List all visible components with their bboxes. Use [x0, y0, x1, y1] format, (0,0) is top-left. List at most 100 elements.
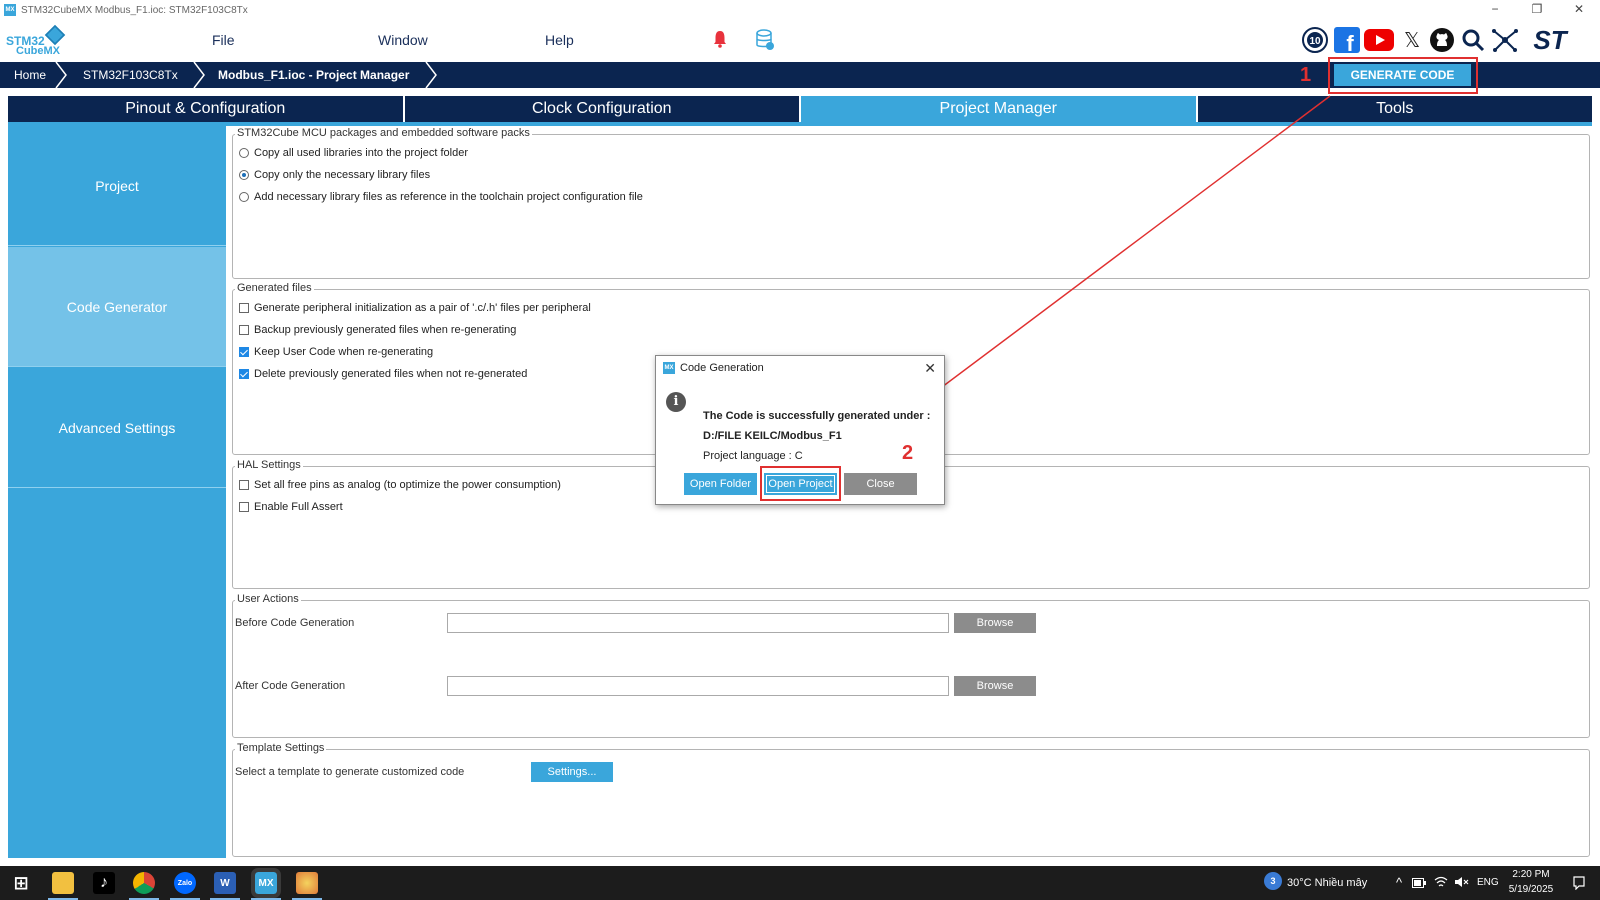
logo-line2: CubeMX [16, 45, 60, 57]
main-tabs: Pinout & Configuration Clock Configurati… [8, 96, 1592, 126]
github-icon[interactable] [1428, 25, 1456, 55]
checkbox[interactable] [239, 325, 249, 335]
template-settings-button[interactable]: Settings... [531, 762, 613, 782]
checkbox-checked[interactable] [239, 369, 249, 379]
option-label: Set all free pins as analog (to optimize… [254, 479, 561, 491]
10-year-icon[interactable]: 10 [1301, 25, 1329, 55]
template-label: Select a template to generate customized… [235, 766, 465, 778]
radio-button[interactable] [239, 148, 249, 158]
option-label: Delete previously generated files when n… [254, 368, 528, 380]
cube-icon [44, 24, 66, 46]
option-label: Add necessary library files as reference… [254, 191, 643, 203]
breadcrumb-project[interactable]: Modbus_F1.ioc - Project Manager [218, 62, 409, 88]
tab-pinout-configuration[interactable]: Pinout & Configuration [8, 96, 405, 122]
before-browse-button[interactable]: Browse [954, 613, 1036, 633]
dialog-language: Project language : C [703, 450, 803, 462]
minimize-button[interactable]: − [1474, 0, 1516, 20]
zalo-icon[interactable]: Zalo [174, 872, 196, 894]
battery-icon[interactable] [1412, 878, 1426, 888]
tray-chevron-up-icon[interactable]: ^ [1396, 875, 1402, 890]
file-explorer-icon[interactable] [52, 872, 74, 894]
weather-icon[interactable]: 3 [1264, 872, 1282, 890]
radio-button[interactable] [239, 192, 249, 202]
tiktok-icon[interactable]: ♪ [93, 872, 115, 894]
dialog-message: The Code is successfully generated under… [703, 410, 931, 422]
after-generation-field[interactable] [447, 676, 949, 696]
st-label: ST [1533, 27, 1568, 53]
after-generation-label: After Code Generation [235, 680, 346, 692]
chevron-right-icon [425, 62, 437, 88]
tab-tools[interactable]: Tools [1197, 96, 1592, 122]
menu-window[interactable]: Window [378, 32, 428, 48]
dialog-close-button[interactable]: Close [844, 473, 917, 495]
dialog-close-icon[interactable]: ✕ [924, 360, 936, 377]
user-actions-title: User Actions [235, 593, 301, 605]
sidebar-item-code-generator[interactable]: Code Generator [8, 247, 226, 367]
option-label: Copy all used libraries into the project… [254, 147, 469, 159]
x-icon[interactable]: 𝕏 [1398, 25, 1426, 55]
before-generation-field[interactable] [447, 613, 949, 633]
clock-time[interactable]: 2:20 PM [1511, 869, 1551, 880]
checkbox-delete-old-files[interactable]: Delete previously generated files when n… [239, 368, 527, 380]
cubemx-icon[interactable]: MX [251, 868, 281, 898]
open-folder-button[interactable]: Open Folder [684, 473, 757, 495]
taskbar: ⊞ ♪ Zalo W MX 3 30°C Nhiều mây ^ ENG 2:2… [0, 866, 1600, 900]
search-icon[interactable] [1460, 25, 1486, 55]
breadcrumb-mcu[interactable]: STM32F103C8Tx [83, 62, 178, 88]
menu-help[interactable]: Help [545, 32, 574, 48]
checkbox-full-assert[interactable]: Enable Full Assert [239, 501, 343, 513]
st-logo[interactable]: ST [1524, 25, 1576, 55]
menu-file[interactable]: File [212, 32, 235, 48]
paint-icon[interactable] [296, 872, 318, 894]
wifi-icon[interactable] [1434, 876, 1448, 888]
facebook-label: f [1346, 31, 1354, 53]
weather-text[interactable]: 30°C Nhiều mây [1287, 877, 1367, 889]
annotation-step-1: 1 [1300, 64, 1312, 86]
checkbox-peripheral-init-pair[interactable]: Generate peripheral initialization as a … [239, 302, 591, 314]
checkbox-free-pins-analog[interactable]: Set all free pins as analog (to optimize… [239, 479, 561, 491]
network-icon[interactable] [1490, 25, 1520, 55]
checkbox[interactable] [239, 502, 249, 512]
menu-bar: STM32 CubeMX File Window Help 10 f 𝕏 ST [0, 20, 1600, 62]
word-icon[interactable]: W [214, 872, 236, 894]
tab-clock-configuration[interactable]: Clock Configuration [404, 96, 801, 122]
generated-files-title: Generated files [235, 282, 314, 294]
chevron-right-icon [55, 62, 67, 88]
checkbox-keep-user-code[interactable]: Keep User Code when re-generating [239, 346, 433, 358]
sidebar-item-project[interactable]: Project [8, 126, 226, 246]
facebook-icon[interactable]: f [1333, 25, 1361, 55]
after-browse-button[interactable]: Browse [954, 676, 1036, 696]
10-year-label: 10 [1309, 36, 1321, 47]
bell-icon[interactable] [713, 30, 727, 48]
clock-date[interactable]: 5/19/2025 [1507, 884, 1555, 895]
radio-button-selected[interactable] [239, 170, 249, 180]
language-indicator[interactable]: ENG [1477, 877, 1499, 888]
option-label: Keep User Code when re-generating [254, 346, 434, 358]
radio-add-as-reference[interactable]: Add necessary library files as reference… [239, 191, 643, 203]
checkbox-checked[interactable] [239, 347, 249, 357]
option-label: Generate peripheral initialization as a … [254, 302, 591, 314]
radio-copy-necessary-files[interactable]: Copy only the necessary library files [239, 169, 430, 181]
sidebar-item-advanced-settings[interactable]: Advanced Settings [8, 368, 226, 488]
restore-button[interactable]: ❐ [1516, 0, 1558, 20]
breadcrumb-home[interactable]: Home [14, 62, 46, 88]
database-update-icon[interactable] [756, 29, 774, 51]
checkbox[interactable] [239, 480, 249, 490]
packages-group: STM32Cube MCU packages and embedded soft… [232, 127, 1590, 279]
speaker-muted-icon[interactable] [1454, 876, 1470, 888]
close-window-button[interactable]: ✕ [1558, 0, 1600, 20]
tab-project-manager[interactable]: Project Manager [801, 96, 1198, 122]
mx-icon: MX [663, 362, 675, 374]
chrome-icon[interactable] [133, 872, 155, 894]
windows-start-icon[interactable]: ⊞ [10, 872, 32, 894]
notification-icon[interactable] [1572, 876, 1586, 890]
checkbox-backup-files[interactable]: Backup previously generated files when r… [239, 324, 516, 336]
packages-group-title: STM32Cube MCU packages and embedded soft… [235, 127, 532, 139]
user-actions-group: User Actions Before Code Generation Brow… [232, 593, 1590, 738]
sidebar: Project Code Generator Advanced Settings [8, 126, 226, 858]
annotation-box-2 [760, 466, 841, 501]
checkbox[interactable] [239, 303, 249, 313]
template-settings-group: Template Settings Select a template to g… [232, 742, 1590, 857]
youtube-icon[interactable] [1363, 25, 1395, 55]
radio-copy-all-libraries[interactable]: Copy all used libraries into the project… [239, 147, 468, 159]
